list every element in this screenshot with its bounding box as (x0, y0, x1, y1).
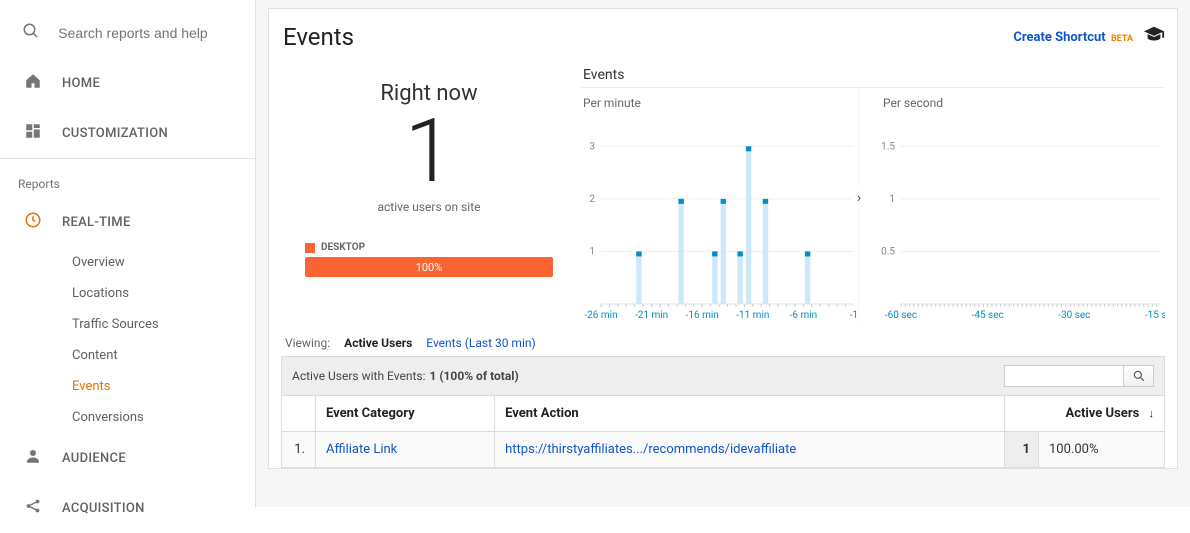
col-active-users[interactable]: Active Users ↓ (1005, 396, 1165, 432)
share-icon (22, 497, 44, 519)
svg-text:-60 sec: -60 sec (885, 310, 917, 321)
device-legend-label: DESKTOP (321, 242, 365, 253)
home-icon (22, 72, 44, 94)
col-active-users-label: Active Users (1065, 406, 1139, 421)
device-share-percent: 100% (416, 261, 443, 274)
svg-text:1: 1 (589, 246, 595, 257)
nav-home[interactable]: HOME (0, 58, 255, 108)
table-filter-search-button[interactable] (1124, 365, 1154, 387)
svg-text:-30 sec: -30 sec (1058, 310, 1090, 321)
events-table: Event Category Event Action Active Users… (281, 395, 1165, 468)
svg-text:-16 min: -16 min (686, 310, 719, 321)
per-second-chart: Per second 0.5 1 1.5 -60 sec -45 sec -30 sec -… (859, 88, 1165, 324)
svg-text:-1: -1 (850, 310, 858, 321)
nav-customization[interactable]: CUSTOMIZATION (0, 108, 255, 158)
subnav-content[interactable]: Content (62, 340, 255, 371)
device-legend: DESKTOP (305, 242, 577, 253)
main-panel: Events Create Shortcut BETA Right now 1 (256, 0, 1190, 507)
create-shortcut-label: Create Shortcut (1013, 30, 1105, 45)
right-now-sub: active users on site (281, 200, 577, 214)
subnav-overview[interactable]: Overview (62, 247, 255, 278)
col-event-category[interactable]: Event Category (316, 396, 495, 432)
summary-bar: Active Users with Events: 1 (100% of tot… (281, 356, 1165, 395)
beta-badge: BETA (1111, 34, 1133, 44)
svg-text:1: 1 (889, 194, 895, 205)
nav-acquisition[interactable]: ACQUISITION (0, 483, 255, 533)
create-shortcut-link[interactable]: Create Shortcut BETA (1013, 30, 1133, 45)
subnav-events[interactable]: Events (62, 371, 255, 402)
viewing-label: Viewing: (285, 336, 330, 350)
row-number: 1. (282, 432, 316, 468)
cell-event-action[interactable]: https://thirstyaffiliates.../recommends/… (495, 432, 1005, 468)
legend-swatch-icon (305, 243, 315, 253)
tab-events-last-30[interactable]: Events (Last 30 min) (426, 336, 535, 350)
svg-text:1.5: 1.5 (881, 141, 895, 152)
dashboard-icon (22, 122, 44, 144)
svg-text:3: 3 (589, 141, 595, 152)
charts-column: Events Per minute 1 2 3 -26 min -21 min -16 m… (577, 61, 1165, 324)
nav-realtime[interactable]: REAL-TIME (0, 197, 255, 247)
search-input[interactable] (58, 25, 237, 41)
col-rownum (282, 396, 316, 432)
charts-title: Events (581, 61, 1165, 87)
cell-active-users: 1100.00% (1005, 432, 1165, 468)
realtime-subnav: Overview Locations Traffic Sources Conte… (0, 247, 255, 433)
svg-text:-45 sec: -45 sec (972, 310, 1004, 321)
summary-prefix: Active Users with Events: (292, 369, 425, 383)
nav-audience-label: AUDIENCE (62, 451, 126, 466)
nav-realtime-label: REAL-TIME (62, 215, 131, 230)
page-title: Events (283, 23, 354, 51)
svg-text:0.5: 0.5 (881, 246, 895, 257)
cell-event-category[interactable]: Affiliate Link (316, 432, 495, 468)
search-row (0, 8, 255, 58)
nav-home-label: HOME (62, 76, 100, 91)
col-event-action[interactable]: Event Action (495, 396, 1005, 432)
svg-text:-11 min: -11 min (736, 310, 769, 321)
reports-section-label: Reports (0, 158, 255, 197)
subnav-conversions[interactable]: Conversions (62, 402, 255, 433)
per-minute-label: Per minute (581, 94, 858, 114)
viewing-row: Viewing: Active Users Events (Last 30 mi… (281, 324, 1165, 356)
right-now-block: Right now 1 active users on site DESKTOP… (281, 61, 577, 324)
graduation-cap-icon[interactable] (1143, 24, 1165, 51)
clock-icon (22, 211, 44, 233)
table-row: 1.Affiliate Linkhttps://thirstyaffiliate… (282, 432, 1165, 468)
svg-text:-15 sec: -15 sec (1145, 310, 1165, 321)
per-second-label: Per second (881, 94, 1165, 114)
right-now-value: 1 (281, 108, 577, 196)
sidebar: HOME CUSTOMIZATION Reports REAL-TIME Ove… (0, 0, 256, 507)
nav-customization-label: CUSTOMIZATION (62, 126, 168, 141)
person-icon (22, 447, 44, 469)
subnav-locations[interactable]: Locations (62, 278, 255, 309)
svg-text:-21 min: -21 min (635, 310, 668, 321)
summary-value: 1 (100% of total) (429, 369, 518, 383)
subnav-traffic-sources[interactable]: Traffic Sources (62, 309, 255, 340)
page-header: Events Create Shortcut BETA (281, 19, 1165, 61)
table-filter-input[interactable] (1004, 365, 1124, 387)
chevron-right-icon[interactable]: › (851, 188, 867, 208)
tab-active-users[interactable]: Active Users (344, 336, 412, 350)
svg-text:2: 2 (589, 194, 595, 205)
svg-text:-26 min: -26 min (584, 310, 617, 321)
search-icon (22, 22, 40, 44)
per-minute-chart: Per minute 1 2 3 -26 min -21 min -16 min -11 m… (581, 88, 859, 324)
svg-text:-6 min: -6 min (790, 310, 818, 321)
sort-desc-icon: ↓ (1149, 407, 1155, 420)
nav-acquisition-label: ACQUISITION (62, 501, 145, 516)
events-card: Events Create Shortcut BETA Right now 1 (268, 8, 1178, 469)
search-icon (1132, 369, 1146, 383)
device-share-bar: 100% (305, 257, 553, 277)
nav-audience[interactable]: AUDIENCE (0, 433, 255, 483)
